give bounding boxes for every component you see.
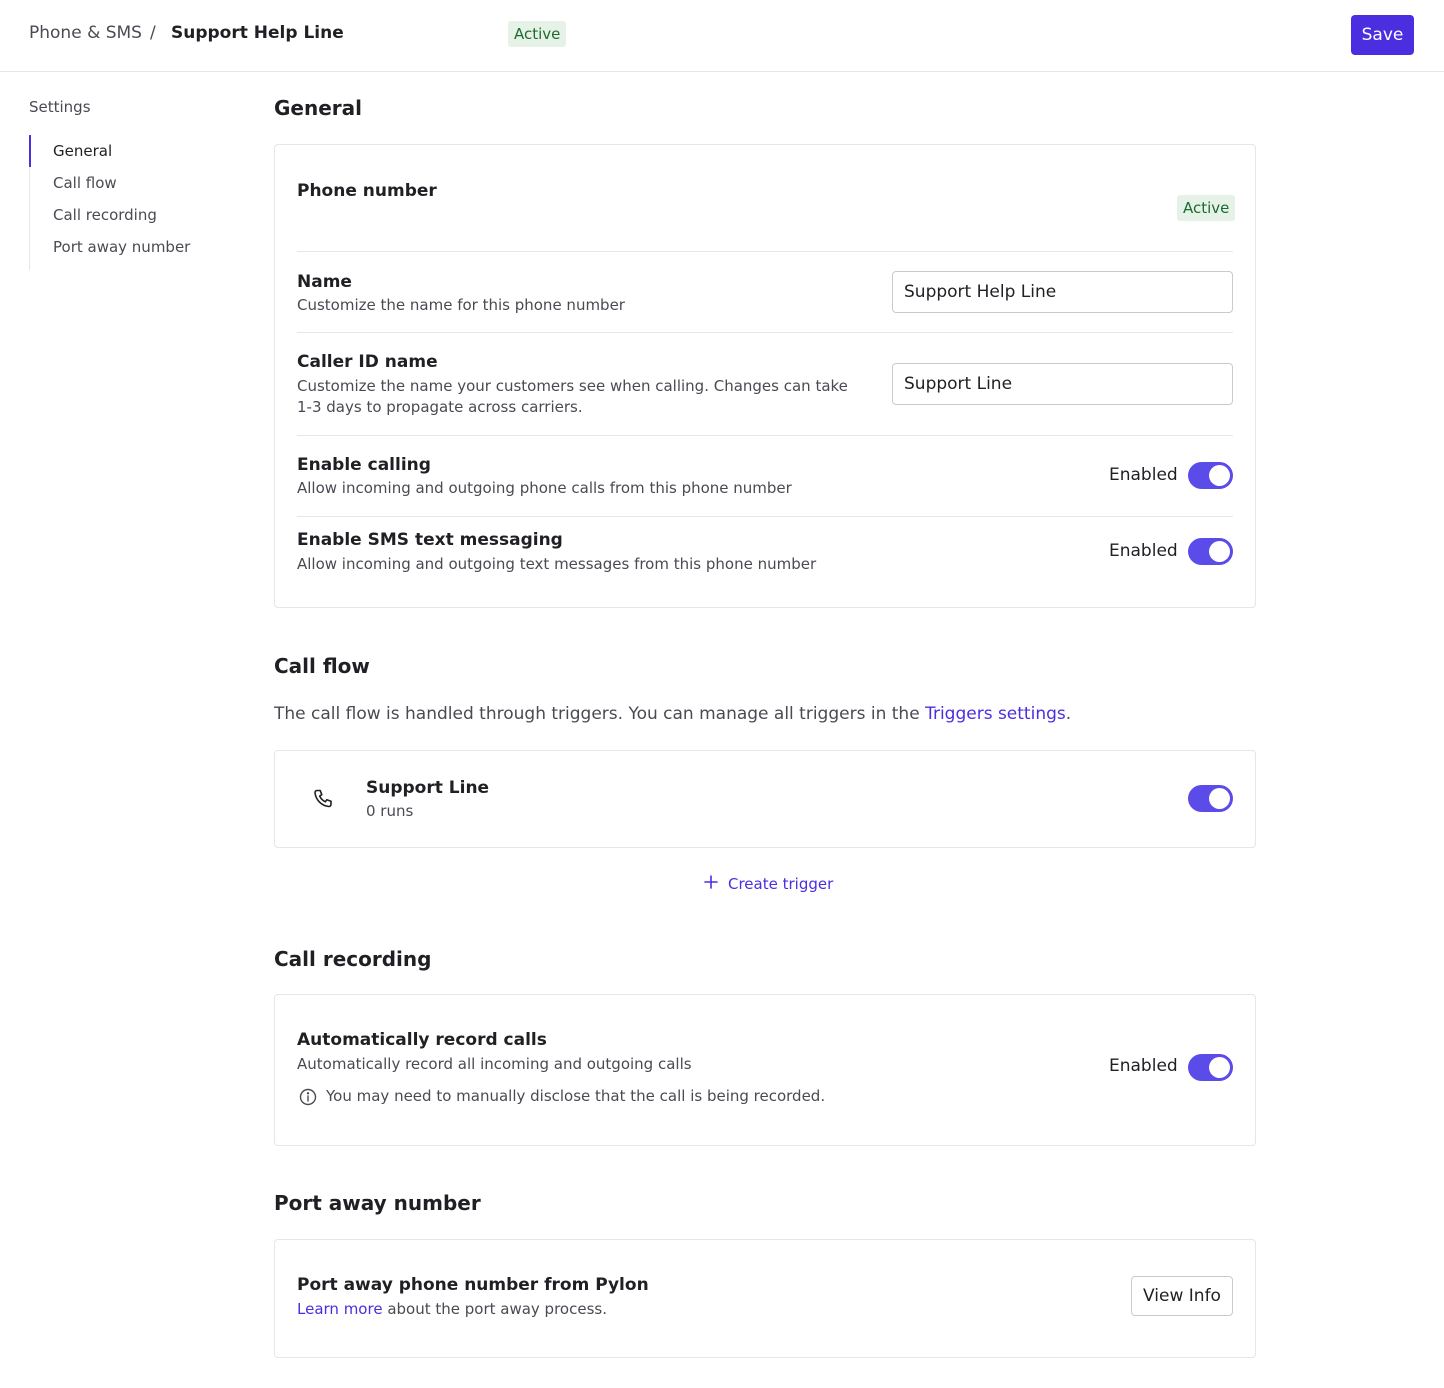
caller-id-description: Customize the name your customers see wh… (297, 377, 848, 416)
general-card: Phone number Active Name Customize the n… (274, 144, 1256, 608)
divider (297, 516, 1233, 517)
trigger-name: Support Line (366, 778, 490, 798)
call-flow-description-text: The call flow is handled through trigger… (274, 704, 926, 724)
toggle-knob (1209, 1057, 1230, 1078)
general-section-title: General (274, 96, 362, 120)
page-title: Support Help Line (171, 23, 344, 43)
breadcrumb-separator: / (150, 23, 156, 43)
call-recording-section-title: Call recording (274, 947, 432, 971)
call-flow-description-end: . (1065, 704, 1072, 724)
status-badge: Active (508, 21, 567, 47)
toggle-knob (1209, 788, 1230, 809)
enable-calling-label: Enable calling (297, 455, 431, 475)
port-away-description: Learn more about the port away process. (297, 1299, 607, 1320)
toggle-knob (1209, 465, 1230, 486)
auto-record-label: Automatically record calls (297, 1030, 547, 1050)
call-recording-card: Automatically record calls Automatically… (274, 994, 1256, 1146)
divider (297, 251, 1233, 252)
port-away-card: Port away phone number from Pylon Learn … (274, 1239, 1256, 1358)
learn-more-link[interactable]: Learn more (297, 1300, 383, 1318)
name-input[interactable] (892, 271, 1233, 313)
port-away-label: Port away phone number from Pylon (297, 1275, 649, 1295)
enable-calling-state: Enabled (1109, 465, 1178, 485)
enable-sms-label: Enable SMS text messaging (297, 530, 563, 550)
breadcrumb-phone-sms[interactable]: Phone & SMS (29, 23, 142, 43)
auto-record-toggle[interactable] (1188, 1054, 1233, 1081)
port-away-section-title: Port away number (274, 1191, 481, 1215)
top-header: Phone & SMS / Support Help Line Active S… (0, 0, 1444, 72)
toggle-knob (1209, 541, 1230, 562)
auto-record-description: Automatically record all incoming and ou… (297, 1055, 692, 1073)
enable-sms-state: Enabled (1109, 541, 1178, 561)
sidebar-item-call-flow[interactable]: Call flow (30, 167, 230, 199)
sidebar-title: Settings (29, 98, 91, 116)
enable-sms-toggle[interactable] (1188, 538, 1233, 565)
divider (297, 332, 1233, 333)
sidebar-item-general[interactable]: General (29, 135, 229, 167)
sidebar-item-port-away-number[interactable]: Port away number (30, 231, 230, 263)
trigger-card[interactable]: Support Line 0 runs (274, 750, 1256, 848)
trigger-runs: 0 runs (366, 802, 414, 820)
info-icon (299, 1088, 317, 1106)
recording-notice: You may need to manually disclose that t… (326, 1087, 826, 1105)
create-trigger-button[interactable]: Create trigger (703, 874, 833, 894)
sidebar-item-call-recording[interactable]: Call recording (30, 199, 230, 231)
auto-record-state: Enabled (1109, 1056, 1178, 1076)
triggers-settings-link[interactable]: Triggers settings (925, 704, 1066, 724)
phone-status-badge: Active (1177, 195, 1236, 221)
caller-id-label: Caller ID name (297, 352, 438, 372)
plus-icon (703, 874, 719, 894)
create-trigger-label: Create trigger (728, 875, 834, 893)
caller-id-input[interactable] (892, 363, 1233, 405)
view-info-button[interactable]: View Info (1131, 1276, 1233, 1316)
call-flow-section-title: Call flow (274, 654, 370, 678)
phone-number-label: Phone number (297, 181, 437, 201)
sidebar-nav: General Call flow Call recording Port aw… (29, 135, 229, 270)
port-away-description-text: about the port away process. (382, 1300, 607, 1318)
enable-calling-description: Allow incoming and outgoing phone calls … (297, 479, 792, 497)
enable-sms-description: Allow incoming and outgoing text message… (297, 555, 817, 573)
name-label: Name (297, 272, 352, 292)
trigger-toggle[interactable] (1188, 785, 1233, 812)
divider (297, 435, 1233, 436)
enable-calling-toggle[interactable] (1188, 462, 1233, 489)
name-description: Customize the name for this phone number (297, 296, 625, 314)
save-button[interactable]: Save (1351, 15, 1414, 55)
call-flow-description: The call flow is handled through trigger… (274, 704, 1071, 724)
phone-icon (312, 787, 336, 811)
